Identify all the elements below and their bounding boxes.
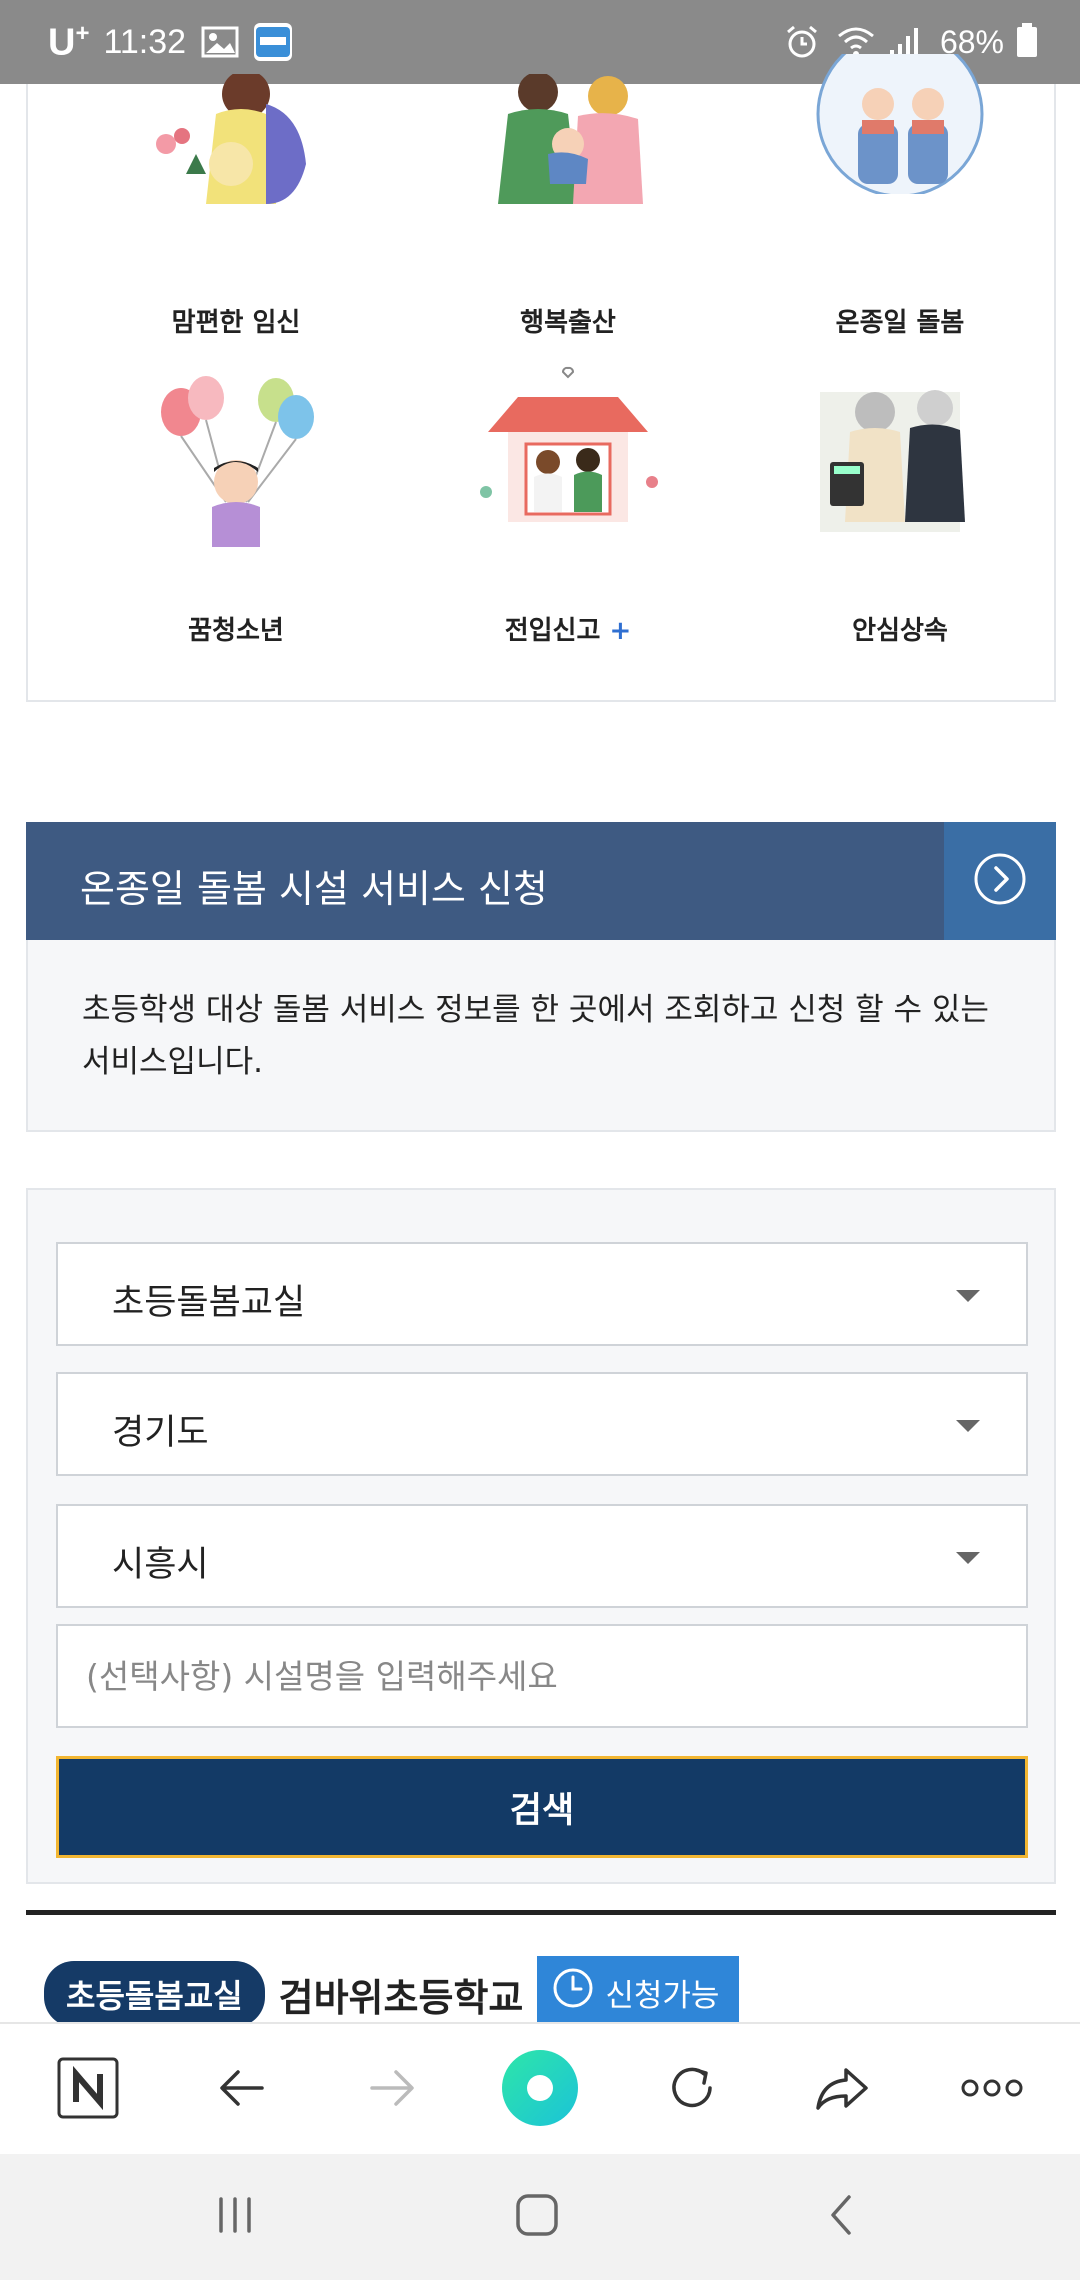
- status-label: 신청가능: [605, 1977, 720, 2014]
- recent-apps-icon: [213, 2193, 257, 2241]
- chevron-left-icon: [823, 2191, 859, 2243]
- category-move-in[interactable]: 전입신고 +: [418, 366, 718, 647]
- carrier-label: U+: [48, 20, 90, 64]
- category-label: 전입신고 +: [504, 616, 632, 646]
- system-nav-bar: [0, 2154, 1080, 2280]
- service-title: 온종일 돌봄 시설 서비스 신청: [80, 867, 548, 911]
- city-value: 시흥시: [112, 1545, 209, 1585]
- facility-type-select[interactable]: 초등돌봄교실: [56, 1242, 1028, 1346]
- system-back-button[interactable]: [806, 2184, 876, 2250]
- caret-down-icon: [956, 1552, 980, 1564]
- service-more-button[interactable]: [944, 822, 1056, 940]
- arrow-left-icon: [214, 2060, 270, 2120]
- back-button[interactable]: [204, 2052, 280, 2128]
- service-description: 초등학생 대상 돌봄 서비스 정보를 한 곳에서 조회하고 신청 할 수 있는 …: [82, 992, 989, 1080]
- green-dot-button[interactable]: [500, 2050, 580, 2130]
- clock-icon: [551, 1966, 595, 2018]
- gallery-icon: [200, 24, 240, 60]
- birth-family-illustration: [468, 74, 668, 284]
- facility-type-badge: 초등돌봄교실: [44, 1961, 265, 2027]
- all-day-care-illustration: [800, 54, 1000, 284]
- category-inheritance[interactable]: 안심상속: [750, 382, 1050, 647]
- category-label-selected: 온종일 돌봄: [836, 302, 965, 339]
- service-description-box: 초등학생 대상 돌봄 서비스 정보를 한 곳에서 조회하고 신청 할 수 있는 …: [26, 940, 1056, 1132]
- result-divider: [26, 1910, 1056, 1915]
- category-all-day-care[interactable]: 온종일 돌봄: [750, 54, 1050, 339]
- service-header: 온종일 돌봄 시설 서비스 신청: [26, 822, 1056, 940]
- naver-n-icon: [56, 2056, 120, 2124]
- category-grid: 맘편한 임신 행복출산 온종일 돌봄 꿈청소년 전입신고 + 안심상속: [26, 54, 1056, 702]
- province-select[interactable]: 경기도: [56, 1372, 1028, 1476]
- category-youth[interactable]: 꿈청소년: [86, 376, 386, 647]
- home-button[interactable]: [502, 2184, 572, 2250]
- category-label: 꿈청소년: [188, 616, 284, 646]
- share-button[interactable]: [804, 2052, 880, 2128]
- app-notification-icon: [254, 23, 293, 62]
- caret-down-icon: [956, 1290, 980, 1302]
- browser-toolbar: [0, 2022, 1080, 2154]
- search-button[interactable]: 검색: [56, 1756, 1028, 1858]
- facility-name-input[interactable]: [56, 1624, 1028, 1728]
- pregnancy-illustration: [136, 74, 336, 284]
- status-badge: 신청가능: [537, 1956, 740, 2032]
- city-select[interactable]: 시흥시: [56, 1504, 1028, 1608]
- naver-home-button[interactable]: [50, 2052, 126, 2128]
- clock: 11:32: [103, 22, 187, 61]
- youth-balloons-illustration: [136, 376, 336, 592]
- more-menu-button[interactable]: [954, 2052, 1030, 2128]
- facility-type-value: 초등돌봄교실: [112, 1283, 306, 1323]
- category-label: 안심상속: [852, 616, 948, 646]
- more-dots-icon: [960, 2076, 1024, 2104]
- category-label: 맘편한 임신: [171, 308, 301, 338]
- search-form: 초등돌봄교실 경기도 시흥시 검색: [26, 1188, 1056, 1884]
- move-in-house-illustration: [468, 366, 668, 592]
- category-birth[interactable]: 행복출산: [418, 74, 718, 339]
- inheritance-elderly-illustration: [800, 382, 1000, 592]
- refresh-icon: [664, 2060, 720, 2120]
- category-pregnancy[interactable]: 맘편한 임신: [86, 74, 386, 339]
- chevron-right-circle-icon: [972, 851, 1028, 911]
- plus-icon: +: [609, 616, 632, 646]
- battery-icon: [1016, 22, 1038, 62]
- result-item[interactable]: 초등돌봄교실 검바위초등학교 신청가능: [44, 1956, 740, 2032]
- refresh-button[interactable]: [654, 2052, 730, 2128]
- category-label: 행복출산: [520, 308, 616, 338]
- province-value: 경기도: [112, 1413, 209, 1453]
- green-dot-icon: [500, 2048, 580, 2132]
- forward-button[interactable]: [354, 2052, 430, 2128]
- school-name: 검바위초등학교: [278, 1975, 524, 2020]
- arrow-right-icon: [364, 2060, 420, 2120]
- home-square-icon: [513, 2191, 561, 2243]
- share-arrow-icon: [812, 2060, 872, 2120]
- recent-apps-button[interactable]: [200, 2184, 270, 2250]
- caret-down-icon: [956, 1420, 980, 1432]
